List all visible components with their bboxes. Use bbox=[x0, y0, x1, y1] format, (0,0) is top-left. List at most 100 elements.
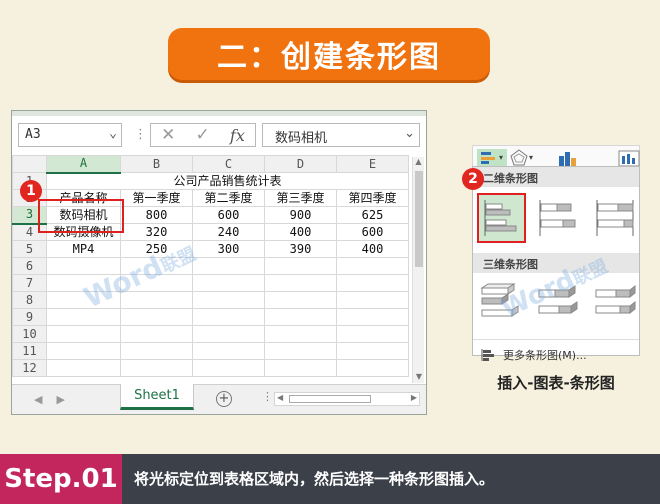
column-header[interactable]: C bbox=[192, 155, 265, 173]
table-cell[interactable]: 625 bbox=[336, 206, 409, 224]
table-cell[interactable] bbox=[120, 308, 193, 326]
column-header[interactable]: D bbox=[264, 155, 337, 173]
table-cell[interactable] bbox=[120, 274, 193, 292]
table-cell[interactable]: 320 bbox=[120, 223, 193, 241]
table-cell[interactable] bbox=[336, 274, 409, 292]
chevron-down-icon[interactable]: ⌄ bbox=[109, 126, 117, 141]
table-cell[interactable]: 800 bbox=[120, 206, 193, 224]
3d-clustered-bar-icon[interactable] bbox=[475, 279, 524, 329]
scroll-thumb[interactable] bbox=[415, 171, 423, 267]
table-cell[interactable] bbox=[46, 291, 121, 309]
table-cell[interactable]: 公司产品销售统计表 bbox=[46, 172, 409, 190]
row-header[interactable]: 9 bbox=[12, 308, 47, 326]
table-cell[interactable]: 900 bbox=[264, 206, 337, 224]
scroll-left-icon[interactable]: ◀ bbox=[277, 393, 283, 402]
table-cell[interactable] bbox=[336, 291, 409, 309]
table-cell[interactable]: 400 bbox=[264, 223, 337, 241]
table-cell[interactable] bbox=[336, 342, 409, 360]
table-cell[interactable] bbox=[336, 257, 409, 275]
table-cell[interactable] bbox=[264, 257, 337, 275]
table-cell[interactable] bbox=[46, 342, 121, 360]
column-header[interactable]: A bbox=[46, 155, 121, 174]
table-cell[interactable] bbox=[46, 274, 121, 292]
scroll-thumb[interactable] bbox=[289, 395, 371, 403]
row-header[interactable]: 10 bbox=[12, 325, 47, 343]
table-cell[interactable] bbox=[120, 325, 193, 343]
formula-input[interactable]: 数码相机 ⌄ bbox=[262, 123, 420, 147]
table-cell[interactable] bbox=[46, 308, 121, 326]
pivot-chart-icon[interactable] bbox=[618, 150, 640, 167]
sheet-nav-arrows[interactable]: ◀▶ bbox=[34, 393, 79, 406]
table-cell[interactable] bbox=[46, 257, 121, 275]
table-cell[interactable] bbox=[120, 291, 193, 309]
table-cell[interactable]: 600 bbox=[336, 223, 409, 241]
table-row: 8 bbox=[12, 291, 409, 309]
row-header[interactable]: 5 bbox=[12, 240, 47, 258]
column-header[interactable]: E bbox=[336, 155, 409, 173]
worksheet-grid[interactable]: A B C D E 1公司产品销售统计表2产品名称第一季度第二季度第三季度第四季… bbox=[12, 155, 414, 381]
cancel-icon[interactable]: ✕ bbox=[161, 125, 175, 145]
clustered-bar-icon[interactable] bbox=[477, 193, 526, 243]
row-header[interactable]: 7 bbox=[12, 274, 47, 292]
table-cell[interactable] bbox=[192, 257, 265, 275]
table-cell[interactable]: 240 bbox=[192, 223, 265, 241]
table-cell[interactable] bbox=[120, 359, 193, 377]
column-chart-icon[interactable] bbox=[559, 152, 576, 166]
table-cell[interactable]: 390 bbox=[264, 240, 337, 258]
table-cell[interactable] bbox=[192, 274, 265, 292]
table-cell[interactable] bbox=[336, 359, 409, 377]
table-cell[interactable] bbox=[120, 342, 193, 360]
table-cell[interactable] bbox=[264, 342, 337, 360]
table-cell[interactable]: 第二季度 bbox=[192, 189, 265, 207]
name-box[interactable]: A3 ⌄ bbox=[18, 123, 122, 147]
table-cell[interactable]: 第一季度 bbox=[120, 189, 193, 207]
scroll-right-icon[interactable]: ▶ bbox=[411, 393, 417, 402]
table-cell[interactable] bbox=[336, 308, 409, 326]
row-header[interactable]: 8 bbox=[12, 291, 47, 309]
table-cell[interactable] bbox=[120, 257, 193, 275]
table-cell[interactable]: 250 bbox=[120, 240, 193, 258]
insert-function-icon[interactable]: fx bbox=[230, 126, 245, 145]
percent-stacked-bar-icon[interactable] bbox=[590, 193, 639, 243]
table-cell[interactable] bbox=[336, 325, 409, 343]
row-header[interactable]: 6 bbox=[12, 257, 47, 275]
table-cell[interactable] bbox=[192, 308, 265, 326]
sheet-tab[interactable]: Sheet1 bbox=[120, 384, 194, 410]
table-cell[interactable]: 300 bbox=[192, 240, 265, 258]
select-all-corner[interactable] bbox=[12, 155, 47, 173]
table-cell[interactable]: 400 bbox=[336, 240, 409, 258]
table-cell[interactable]: 第三季度 bbox=[264, 189, 337, 207]
3d-stacked-bar-icon[interactable] bbox=[532, 279, 581, 329]
table-cell[interactable] bbox=[46, 359, 121, 377]
chevron-down-icon[interactable]: ⌄ bbox=[404, 126, 415, 141]
row-header[interactable]: 12 bbox=[12, 359, 47, 377]
tab-splitter[interactable]: ⋮ bbox=[262, 390, 273, 403]
table-cell[interactable] bbox=[192, 291, 265, 309]
stacked-bar-icon[interactable] bbox=[534, 193, 583, 243]
3d-percent-stacked-bar-icon[interactable] bbox=[590, 279, 639, 329]
row-header[interactable]: 11 bbox=[12, 342, 47, 360]
table-cell[interactable]: 600 bbox=[192, 206, 265, 224]
table-cell[interactable] bbox=[192, 325, 265, 343]
column-header[interactable]: B bbox=[120, 155, 193, 173]
table-cell[interactable] bbox=[192, 359, 265, 377]
svg-text:▾: ▾ bbox=[529, 153, 533, 162]
table-cell[interactable]: 第四季度 bbox=[336, 189, 409, 207]
table-cell[interactable] bbox=[264, 291, 337, 309]
table-cell[interactable] bbox=[264, 325, 337, 343]
vertical-scrollbar[interactable]: ▲ ▼ bbox=[412, 157, 424, 383]
table-cell[interactable]: MP4 bbox=[46, 240, 121, 258]
table-cell[interactable] bbox=[264, 308, 337, 326]
add-sheet-icon[interactable]: + bbox=[216, 391, 232, 407]
horizontal-scrollbar[interactable]: ◀ ▶ bbox=[274, 392, 420, 406]
table-cell[interactable] bbox=[46, 325, 121, 343]
more-bar-charts[interactable]: 更多条形图(M)... bbox=[473, 339, 639, 363]
scroll-up-icon[interactable]: ▲ bbox=[413, 157, 424, 166]
table-cell[interactable] bbox=[192, 342, 265, 360]
enter-icon[interactable]: ✓ bbox=[196, 125, 210, 145]
radar-chart-icon[interactable] bbox=[510, 149, 528, 166]
table-cell[interactable] bbox=[264, 359, 337, 377]
scroll-down-icon[interactable]: ▼ bbox=[413, 372, 425, 381]
table-cell[interactable] bbox=[264, 274, 337, 292]
step-instruction: 将光标定位到表格区域内，然后选择一种条形图插入。 bbox=[134, 470, 495, 488]
